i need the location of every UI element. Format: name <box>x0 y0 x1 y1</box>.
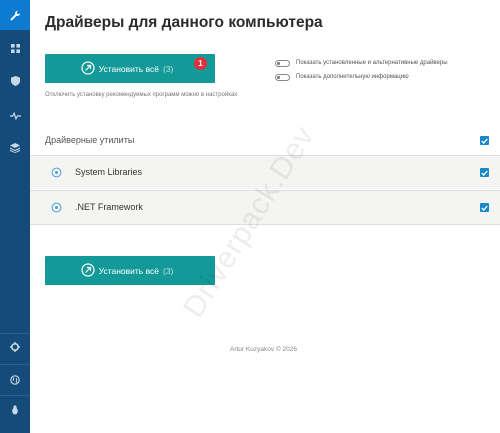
sidebar-item-protection[interactable] <box>0 71 30 91</box>
check-icon <box>481 205 488 211</box>
show-installed-toggle[interactable] <box>275 59 290 67</box>
notification-badge: 1 <box>194 57 207 70</box>
sidebar-divider <box>0 364 30 365</box>
show-installed-label: Показать установленные и альтернативные … <box>296 60 448 66</box>
section-title: Драйверные утилиты <box>45 135 135 145</box>
pulse-icon <box>9 112 21 120</box>
globe-icon <box>10 375 20 385</box>
driver-status-icon <box>51 202 62 213</box>
install-all-button[interactable]: Установить всё (3) 1 <box>45 54 215 83</box>
sidebar-item-drivers[interactable] <box>0 0 30 30</box>
show-info-toggle[interactable] <box>275 73 290 81</box>
bug-icon <box>12 405 18 415</box>
driver-row[interactable]: .NET Framework <box>30 190 500 225</box>
wrench-icon <box>10 10 20 20</box>
sidebar-item-settings[interactable] <box>0 337 30 357</box>
sidebar-item-diagnostics[interactable] <box>0 106 30 126</box>
check-icon <box>481 170 488 176</box>
install-all-count: (3) <box>162 63 174 74</box>
section-checkbox[interactable] <box>480 136 489 145</box>
gear-icon <box>10 342 20 352</box>
driver-name: System Libraries <box>75 167 143 177</box>
sidebar-item-dashboard[interactable] <box>0 38 30 58</box>
install-all-button-bottom[interactable]: Установить всё (3) <box>45 256 215 285</box>
sidebar-item-debug[interactable] <box>0 400 30 420</box>
install-icon <box>81 263 95 277</box>
install-all-label: Установить всё <box>98 265 159 276</box>
option-show-installed[interactable]: Показать установленные и альтернативные … <box>275 58 448 68</box>
driver-status-icon <box>51 167 62 178</box>
install-all-label: Установить всё <box>98 63 159 74</box>
sidebar-divider <box>0 395 30 396</box>
check-icon <box>481 138 488 144</box>
sidebar-divider <box>0 333 30 334</box>
main-content: Драйверы для данного компьютера Установи… <box>30 0 500 433</box>
shield-icon <box>10 76 20 86</box>
sidebar <box>0 0 30 433</box>
driver-name: .NET Framework <box>75 202 143 212</box>
install-icon <box>81 61 95 75</box>
install-all-count: (3) <box>162 265 174 276</box>
page-title: Драйверы для данного компьютера <box>45 14 323 31</box>
driver-row[interactable]: System Libraries <box>30 155 500 189</box>
driver-checkbox[interactable] <box>480 168 489 177</box>
grid-icon <box>10 43 20 53</box>
sidebar-item-programs[interactable] <box>0 138 30 158</box>
driver-checkbox[interactable] <box>480 203 489 212</box>
sidebar-item-language[interactable] <box>0 370 30 390</box>
stack-icon <box>10 143 20 153</box>
show-info-label: Показать дополнительную информацию <box>296 74 409 80</box>
settings-hint: Отключить установку рекомендуемых програ… <box>45 92 238 98</box>
footer-copyright: Artur Kuzyakov © 2026 <box>230 346 297 353</box>
option-show-info[interactable]: Показать дополнительную информацию <box>275 72 409 82</box>
